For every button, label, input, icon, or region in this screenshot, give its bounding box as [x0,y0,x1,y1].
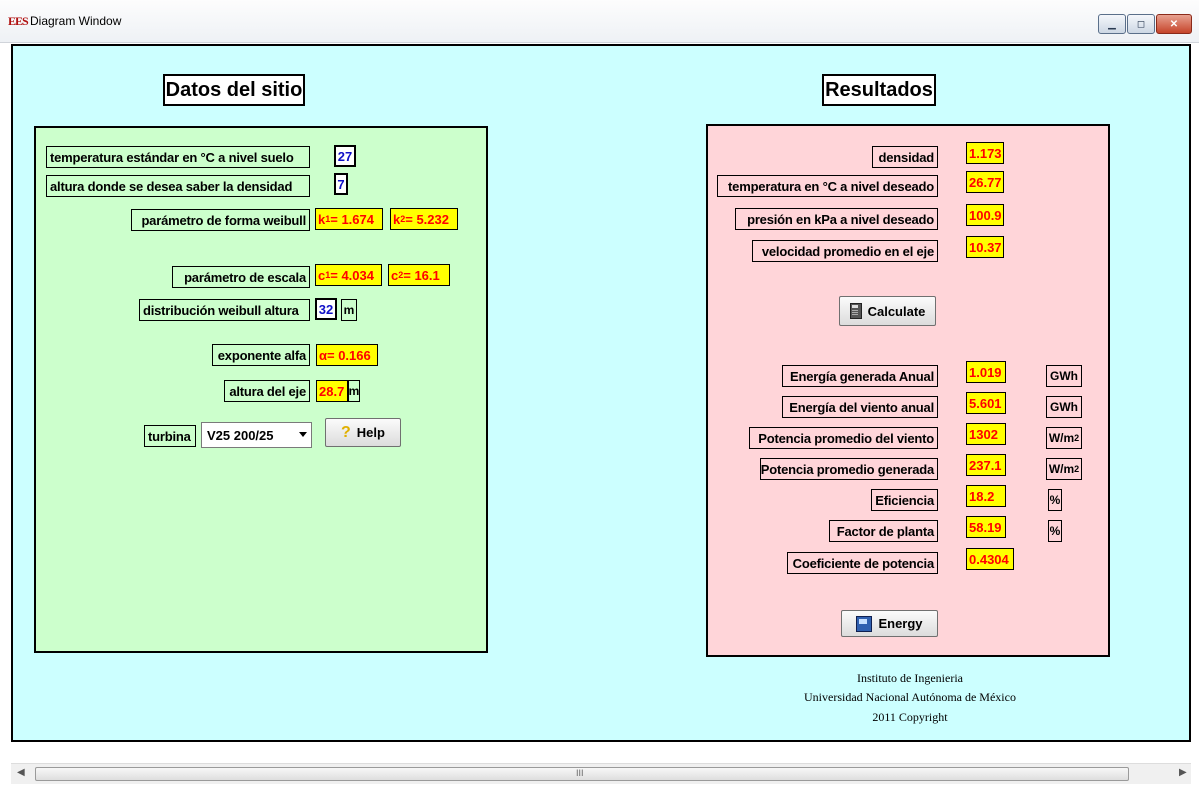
site-data-header: Datos del sitio [163,74,305,106]
energy-result-label: Potencia promedio generada [760,458,938,480]
alpha-value: α= 0.166 [316,344,378,366]
scroll-right-icon[interactable]: ▶ [1179,767,1187,778]
close-icon[interactable]: ✕ [1156,14,1192,34]
scroll-left-icon[interactable]: ◀ [17,767,25,778]
calculate-button-label: Calculate [867,303,926,319]
energy-result-label: Energía del viento anual [782,396,938,418]
energy-result-value: 5.601 [966,392,1006,414]
results-header: Resultados [822,74,936,106]
energy-result-label: Potencia promedio del viento [749,427,938,449]
weibull-height-input[interactable]: 32 [315,298,337,320]
calculator-icon [849,303,862,319]
unit-label: % [1048,520,1062,542]
axis-height-unit: m [348,380,360,402]
axis-height-value: 28.7 [316,380,348,402]
k1-value: k1 = 1.674 [315,208,383,230]
result-label: presión en kPa a nivel deseado [735,208,938,230]
help-button-label: Help [356,425,385,440]
energy-result-value: 237.1 [966,454,1006,476]
c1-value: c1 = 4.034 [315,264,382,286]
energy-result-value: 0.4304 [966,548,1014,570]
unit-text: W/m [1048,431,1075,445]
weibull-height-label: distribución weibull altura [139,299,310,321]
calculate-button[interactable]: Calculate [839,296,936,326]
help-icon: ? [341,423,351,441]
unit-text: GWh [1050,400,1078,414]
shape-param-label: parámetro de forma weibull [131,209,310,231]
energy-result-value: 18.2 [966,485,1006,507]
energy-icon [856,615,873,632]
maximize-icon[interactable]: ◻ [1127,14,1155,34]
axis-height-label: altura del eje [224,380,310,402]
result-value: 10.37 [966,236,1004,258]
k2-value: k2 = 5.232 [390,208,458,230]
unit-label: % [1048,489,1062,511]
result-label: velocidad promedio en el eje [752,240,938,262]
horizontal-scrollbar[interactable]: ◀ III ▶ [11,763,1191,784]
scrollbar-thumb[interactable]: III [35,767,1129,781]
unit-superscript: 2 [1074,464,1080,474]
height-input[interactable]: 7 [334,173,348,195]
result-value: 1.173 [966,142,1004,164]
energy-button[interactable]: Energy [841,610,938,637]
unit-label: W/m 2 [1046,427,1082,449]
result-label: temperatura en °C a nivel deseado [717,175,938,197]
footer-line-1: Instituto de Ingenieria [857,671,963,685]
unit-text: % [1049,524,1061,538]
energy-result-label: Energía generada Anual [782,365,938,387]
energy-result-value: 1.019 [966,361,1006,383]
unit-text: % [1049,493,1061,507]
temp-label: temperatura estándar en °C a nivel suelo [46,146,310,168]
unit-text: GWh [1050,369,1078,383]
turbine-select-value: V25 200/25 [207,427,274,443]
scrollbar-grip: III [576,768,584,778]
footer-line-3: 2011 Copyright [872,710,948,724]
energy-result-value: 1302 [966,423,1006,445]
unit-superscript: 2 [1074,433,1080,443]
result-label: densidad [872,146,938,168]
chevron-down-icon[interactable] [299,432,307,437]
scale-param-label: parámetro de escala [172,266,310,288]
minimize-icon[interactable]: ▁ [1098,14,1126,34]
height-label: altura donde se desea saber la densidad [46,175,310,197]
footer-line-2: Universidad Nacional Autónoma de México [804,690,1016,704]
window-title: Diagram Window [30,14,122,28]
unit-text: W/m [1048,462,1075,476]
energy-result-value: 58.19 [966,516,1006,538]
ees-app-icon: EES [8,14,29,28]
result-value: 100.9 [966,204,1004,226]
weibull-height-unit: m [341,299,357,321]
energy-result-label: Eficiencia [871,489,938,511]
turbine-label: turbina [144,425,196,447]
energy-result-label: Factor de planta [829,520,938,542]
turbine-select[interactable]: V25 200/25 [201,422,312,448]
results-panel [706,124,1110,657]
unit-label: GWh [1046,396,1082,418]
title-bar: EES Diagram Window ▁ ◻ ✕ [0,0,1199,43]
energy-button-label: Energy [878,616,923,631]
unit-label: GWh [1046,365,1082,387]
c2-value: c2 = 16.1 [388,264,450,286]
alpha-label: exponente alfa [212,344,310,366]
result-value: 26.77 [966,171,1004,193]
unit-label: W/m 2 [1046,458,1082,480]
temp-input[interactable]: 27 [334,145,356,167]
help-button[interactable]: ? Help [325,418,401,447]
energy-result-label: Coeficiente de potencia [787,552,938,574]
